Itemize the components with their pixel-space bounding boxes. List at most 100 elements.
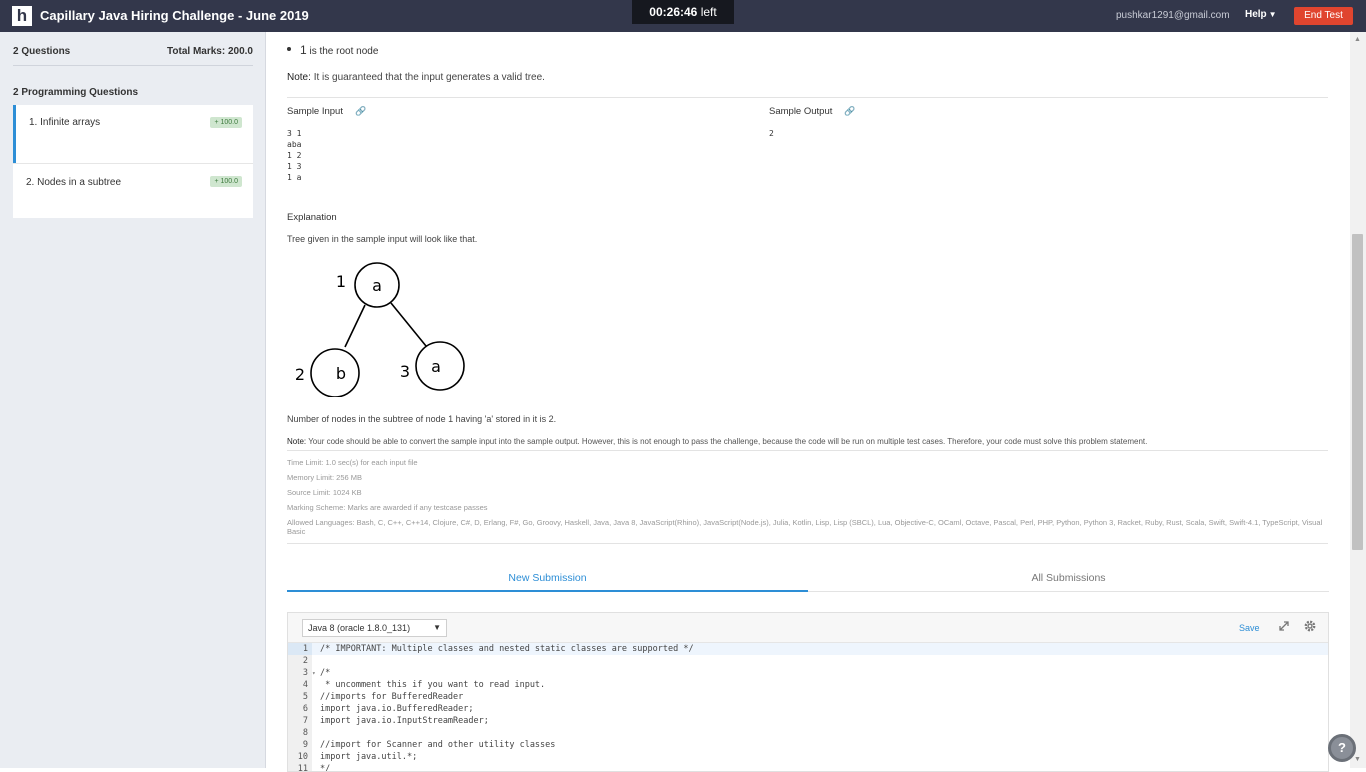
- divider: [287, 450, 1328, 451]
- code-line[interactable]: 3 ▾/*: [288, 667, 1328, 679]
- marks-badge: + 100.0: [210, 176, 242, 187]
- hackerearth-logo[interactable]: h: [12, 6, 32, 26]
- timer-value: 00:26:46: [649, 5, 698, 19]
- help-fab-button[interactable]: ?: [1328, 734, 1356, 762]
- code-text: //imports for BufferedReader: [320, 692, 464, 702]
- root-node-number: 1: [300, 43, 307, 57]
- code-line[interactable]: 7 import java.io.InputStreamReader;: [288, 715, 1328, 727]
- question-item-nodes-in-subtree[interactable]: 2. Nodes in a subtree + 100.0: [13, 163, 253, 218]
- code-text: /*: [320, 668, 331, 678]
- sample-output-title: Sample Output 🔗: [769, 106, 856, 117]
- code-line[interactable]: 2: [288, 655, 1328, 667]
- allowed-languages: Allowed Languages: Bash, C, C++, C++14, …: [287, 518, 1323, 536]
- line-number: 8: [288, 727, 312, 739]
- line-number: 11: [288, 763, 312, 771]
- marking-scheme: Marking Scheme: Marks are awarded if any…: [287, 503, 488, 512]
- tree-node-3-id: 3: [400, 362, 410, 381]
- problem-content: 1 is the root node Note: It is guarantee…: [287, 32, 1329, 772]
- help-menu[interactable]: Help ▼: [1245, 9, 1277, 20]
- tree-edge-1-2: [344, 304, 366, 348]
- note-text: Your code should be able to convert the …: [308, 437, 1148, 446]
- section-title: 2 Programming Questions: [13, 87, 139, 98]
- scroll-down-icon[interactable]: ▼: [1354, 756, 1361, 763]
- line-number: 3: [288, 667, 312, 679]
- sample-output-label: Sample Output: [769, 106, 833, 117]
- code-text: import java.io.BufferedReader;: [320, 704, 474, 714]
- sample-input-block: 3 1 aba 1 2 1 3 1 a: [287, 129, 302, 182]
- link-icon[interactable]: 🔗: [844, 106, 855, 116]
- code-line[interactable]: 6 import java.io.BufferedReader;: [288, 703, 1328, 715]
- line-number: 5: [288, 691, 312, 703]
- questions-sidebar: 2 Questions Total Marks: 200.0 2 Program…: [0, 32, 266, 768]
- question-label: 2. Nodes in a subtree: [26, 177, 122, 188]
- caret-down-icon: ▼: [1268, 10, 1277, 19]
- tree-node-1-id: 1: [336, 272, 346, 291]
- code-line[interactable]: 1 /* IMPORTANT: Multiple classes and nest…: [288, 643, 1328, 655]
- divider: [13, 65, 253, 66]
- line-number: 6: [288, 703, 312, 715]
- language-value: Java 8 (oracle 1.8.0_131): [308, 623, 411, 633]
- tree-node-2-value: b: [336, 364, 346, 383]
- link-icon[interactable]: 🔗: [355, 106, 366, 116]
- time-limit: Time Limit: 1.0 sec(s) for each input fi…: [287, 458, 418, 467]
- question-item-infinite-arrays[interactable]: 1. Infinite arrays + 100.0: [13, 105, 253, 163]
- code-text: //import for Scanner and other utility c…: [320, 740, 556, 750]
- line-number: 2: [288, 655, 312, 667]
- tree-node-2-id: 2: [295, 365, 305, 384]
- line-number: 1: [288, 643, 312, 655]
- code-line[interactable]: 9 //import for Scanner and other utility …: [288, 739, 1328, 751]
- divider: [287, 543, 1328, 544]
- tree-node-3-value: a: [431, 357, 441, 376]
- code-area[interactable]: 1 /* IMPORTANT: Multiple classes and nest…: [288, 643, 1328, 771]
- tree-diagram: a 1 b 2 a 3: [295, 262, 465, 397]
- tab-all-submissions[interactable]: All Submissions: [808, 567, 1329, 592]
- bullet-icon: [287, 47, 291, 51]
- challenge-title: Capillary Java Hiring Challenge - June 2…: [40, 8, 309, 23]
- code-line[interactable]: 4 * uncomment this if you want to read i…: [288, 679, 1328, 691]
- editor-toolbar: Java 8 (oracle 1.8.0_131) ▼ Save: [288, 613, 1328, 643]
- code-text: import java.util.*;: [320, 752, 418, 762]
- save-button[interactable]: Save: [1239, 623, 1260, 633]
- code-line[interactable]: 10 import java.util.*;: [288, 751, 1328, 763]
- sample-output-note: Note: Your code should be able to conver…: [287, 437, 1327, 446]
- end-test-button[interactable]: End Test: [1294, 7, 1353, 25]
- line-number: 9: [288, 739, 312, 751]
- expand-icon[interactable]: [1277, 619, 1291, 633]
- sample-input-label: Sample Input: [287, 106, 343, 117]
- explanation-text: Tree given in the sample input will look…: [287, 234, 478, 244]
- line-number: 4: [288, 679, 312, 691]
- root-node-bullet: 1 is the root node: [300, 43, 378, 57]
- language-select[interactable]: Java 8 (oracle 1.8.0_131) ▼: [302, 619, 447, 637]
- source-limit: Source Limit: 1024 KB: [287, 488, 362, 497]
- note-label: Note:: [287, 72, 311, 83]
- scrollbar-thumb[interactable]: [1352, 234, 1363, 550]
- dropdown-arrow-icon: ▼: [433, 623, 441, 632]
- note-text: It is guaranteed that the input generate…: [313, 72, 545, 83]
- note-label: Note:: [287, 437, 307, 446]
- help-label: Help: [1245, 9, 1267, 20]
- code-editor: Java 8 (oracle 1.8.0_131) ▼ Save 1 /* IMP…: [287, 612, 1329, 772]
- user-email[interactable]: pushkar1291@gmail.com: [1116, 10, 1230, 21]
- root-node-text: is the root node: [309, 46, 379, 57]
- questions-count: 2 Questions: [13, 46, 71, 57]
- line-number: 10: [288, 751, 312, 763]
- sample-output-block: 2: [769, 129, 774, 138]
- submission-tabs: New Submission All Submissions: [287, 567, 1329, 592]
- code-text: * uncomment this if you want to read inp…: [320, 680, 546, 690]
- code-line[interactable]: 5 //imports for BufferedReader: [288, 691, 1328, 703]
- line-number: 7: [288, 715, 312, 727]
- timer-suffix: left: [700, 5, 717, 19]
- code-line[interactable]: 11 */: [288, 763, 1328, 771]
- memory-limit: Memory Limit: 256 MB: [287, 473, 363, 482]
- explanation-result: Number of nodes in the subtree of node 1…: [287, 414, 557, 424]
- divider: [287, 97, 1328, 98]
- gear-icon[interactable]: [1303, 619, 1317, 633]
- scroll-up-icon[interactable]: ▲: [1354, 36, 1361, 43]
- countdown-timer: 00:26:46 left: [632, 0, 734, 24]
- problem-limits: Time Limit: 1.0 sec(s) for each input fi…: [287, 458, 1327, 542]
- page-scrollbar[interactable]: ▲ ▼: [1350, 32, 1366, 768]
- code-line[interactable]: 8: [288, 727, 1328, 739]
- tab-new-submission[interactable]: New Submission: [287, 567, 808, 592]
- valid-tree-note: Note: It is guaranteed that the input ge…: [287, 72, 545, 83]
- code-text: /* IMPORTANT: Multiple classes and neste…: [320, 644, 694, 654]
